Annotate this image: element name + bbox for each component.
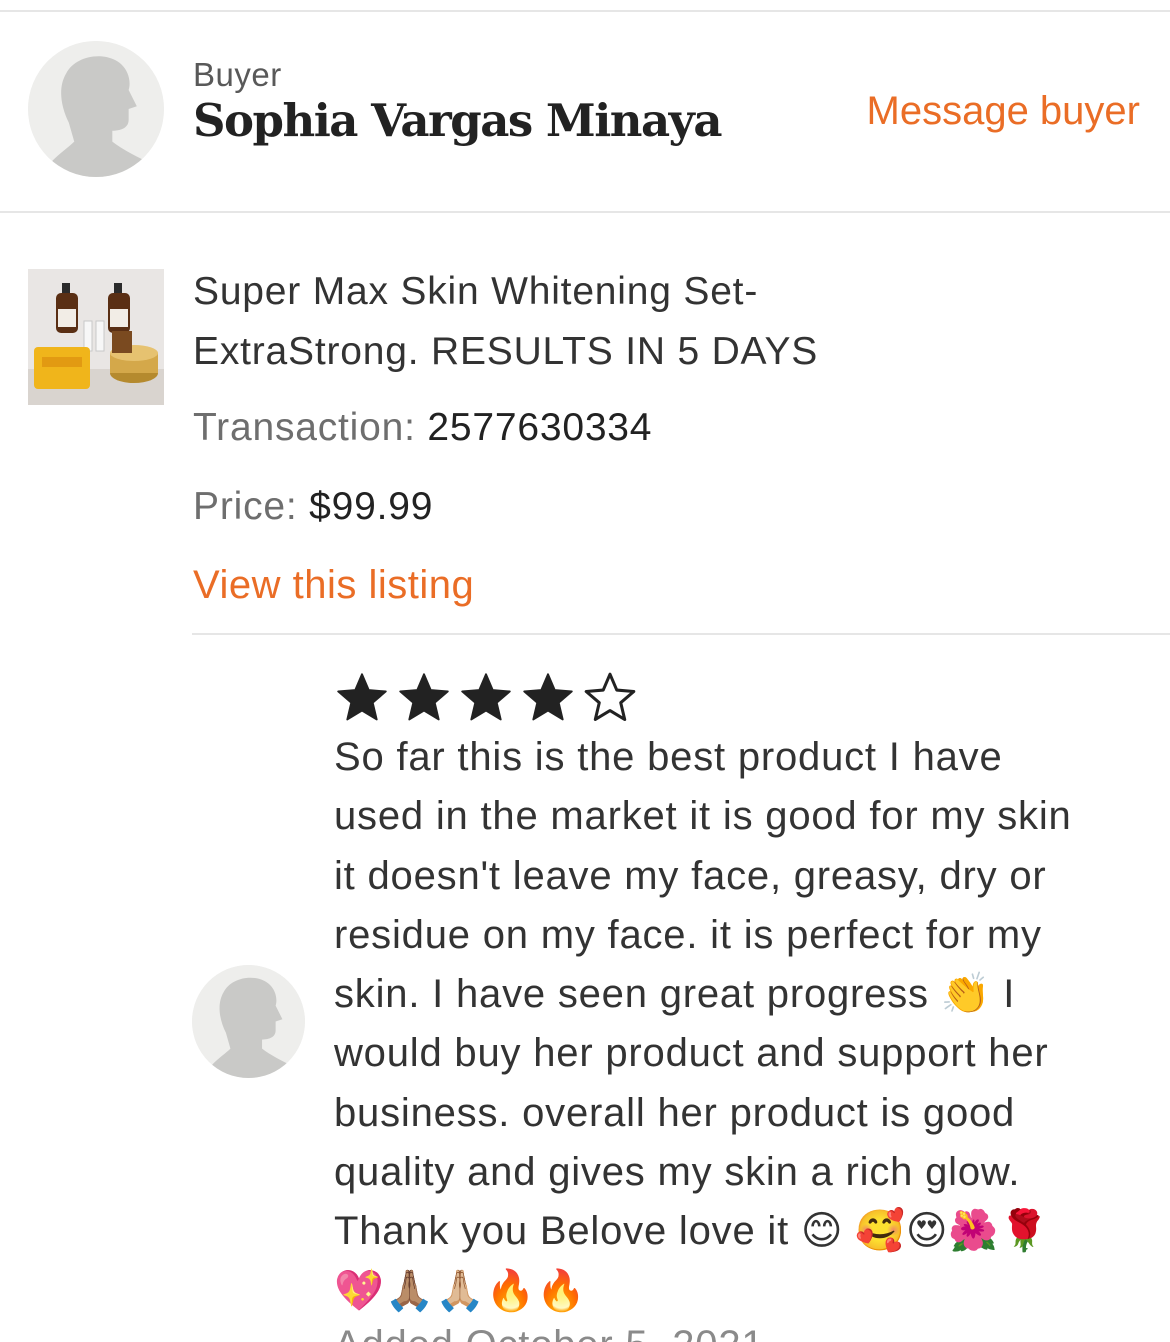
filled-star-icon (461, 673, 511, 721)
user-silhouette-icon (192, 965, 305, 1078)
product-photo (28, 269, 164, 405)
top-divider (0, 10, 1170, 12)
transaction-number: 2577630334 (427, 406, 653, 449)
section-divider (0, 211, 1170, 213)
user-silhouette-icon (28, 41, 164, 177)
star-rating (334, 670, 638, 726)
message-buyer-link[interactable]: Message buyer (867, 88, 1140, 134)
price-row: Price: $99.99 (193, 484, 433, 530)
empty-star-icon (584, 672, 636, 721)
filled-star-icon (337, 673, 387, 721)
view-listing-link[interactable]: View this listing (193, 562, 474, 608)
order-detail-page: Buyer Sophia Vargas Minaya Message buyer (0, 0, 1170, 1342)
review-date: Added October 5, 2021 (334, 1322, 764, 1342)
price-label: Price: (193, 485, 298, 528)
review-divider (192, 633, 1170, 635)
filled-star-icon (399, 673, 449, 721)
buyer-label: Buyer (193, 56, 282, 93)
listing-thumbnail[interactable] (28, 269, 164, 405)
transaction-row: Transaction: 2577630334 (193, 405, 652, 451)
review-text: So far this is the best product I have u… (334, 735, 1072, 1313)
buyer-avatar[interactable] (28, 41, 164, 177)
reviewer-avatar[interactable] (192, 965, 305, 1078)
listing-title: Super Max Skin Whitening Set- ExtraStron… (193, 270, 819, 373)
filled-star-icon (523, 673, 573, 721)
price-value: $99.99 (309, 485, 434, 528)
transaction-label: Transaction: (193, 406, 416, 449)
buyer-name: Sophia Vargas Minaya (193, 94, 722, 147)
